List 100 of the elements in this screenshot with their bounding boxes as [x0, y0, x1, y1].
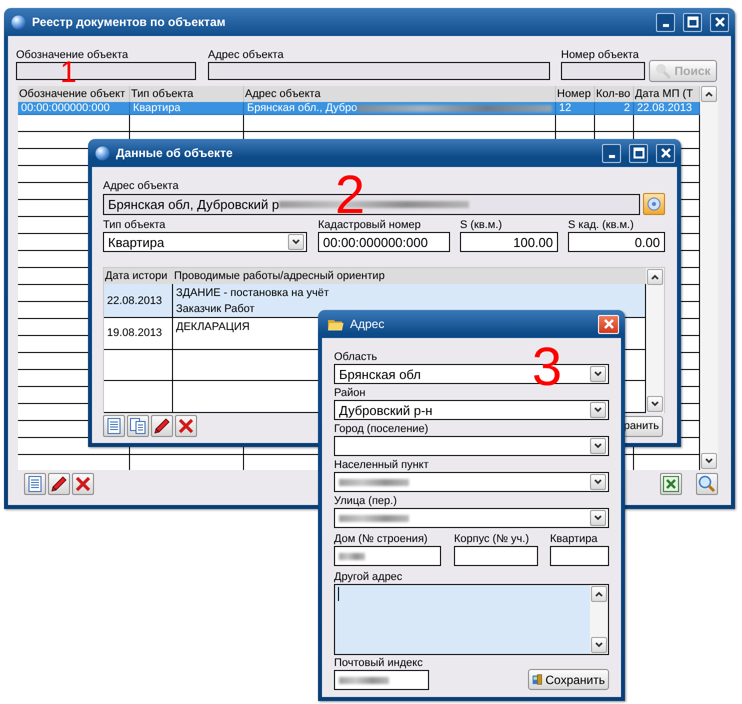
- number-field[interactable]: 0.00: [568, 232, 665, 252]
- maximize-icon: [632, 147, 644, 159]
- field-label: S (кв.м.): [460, 219, 504, 232]
- maximize-icon: [686, 16, 698, 28]
- table-cell: [104, 350, 173, 382]
- field-label: Обозначение объекта: [16, 49, 130, 61]
- text-field[interactable]: [550, 546, 609, 566]
- export-button[interactable]: [660, 473, 682, 495]
- window-title: Данные об объекте: [116, 146, 234, 160]
- field-label: Номер объекта: [561, 49, 640, 62]
- chevron-up-icon: [595, 591, 603, 597]
- field-label: Почтовый индекс: [334, 657, 424, 670]
- minimize-icon: [608, 154, 614, 158]
- field-label: Город (поселение): [334, 423, 430, 436]
- field-label: S кад. (кв.м.): [568, 219, 635, 232]
- dropdown-field[interactable]: [334, 508, 609, 528]
- dropdown-button[interactable]: [590, 510, 606, 526]
- chevron-down-icon: [594, 443, 602, 449]
- filter-field[interactable]: [561, 62, 645, 80]
- delete-icon: [75, 476, 91, 492]
- search-button[interactable]: [696, 473, 718, 495]
- field-label: Квартира: [550, 533, 599, 546]
- field-label: Область: [334, 351, 378, 364]
- scroll-down-button[interactable]: [591, 637, 607, 653]
- table-cell[interactable]: 22.08.2013: [104, 284, 173, 318]
- dropdown-button[interactable]: [288, 234, 304, 250]
- copy-icon: [130, 418, 146, 434]
- globe-icon: [95, 146, 110, 160]
- dropdown-field[interactable]: [334, 436, 609, 456]
- delete-button[interactable]: [72, 473, 94, 495]
- field-label: Улица (пер.): [334, 495, 398, 508]
- scroll-down-button[interactable]: [701, 453, 717, 469]
- dropdown-button[interactable]: [590, 366, 606, 382]
- delete-button[interactable]: [175, 415, 197, 437]
- search-icon: [655, 63, 672, 79]
- chevron-down-icon: [594, 371, 602, 377]
- address-picker-button[interactable]: [643, 193, 665, 215]
- field-label: Тип объекта: [103, 219, 166, 232]
- close-icon: [714, 16, 726, 28]
- field-label: Адрес объекта: [208, 49, 285, 62]
- minimize-icon: [662, 24, 668, 26]
- close-icon: [660, 147, 672, 159]
- maximize-button[interactable]: [629, 144, 648, 162]
- search-icon: [698, 475, 716, 493]
- add-button[interactable]: [24, 473, 46, 495]
- field-label: Кадастровый номер: [318, 219, 422, 232]
- window-title: Реестр документов по объектам: [32, 15, 226, 29]
- minimize-button[interactable]: [602, 144, 621, 162]
- dropdown-field[interactable]: Дубровский р-н: [334, 400, 609, 420]
- chevron-up-icon: [651, 274, 659, 280]
- dropdown-button[interactable]: [590, 402, 606, 418]
- add-button[interactable]: [103, 415, 125, 437]
- filter-field[interactable]: [208, 62, 550, 80]
- copy-button[interactable]: [127, 415, 149, 437]
- chevron-down-icon: [705, 458, 713, 464]
- minimize-button[interactable]: [656, 12, 675, 32]
- maximize-button[interactable]: [683, 12, 702, 32]
- scroll-down-button[interactable]: [647, 396, 663, 412]
- table-cell[interactable]: 19.08.2013: [104, 318, 173, 350]
- field-label: Дом (№ строения): [334, 533, 429, 546]
- field-label: Населенный пункт: [334, 459, 430, 472]
- edit-button[interactable]: [151, 415, 173, 437]
- pencil-icon: [154, 418, 170, 434]
- field-label: Район: [334, 387, 366, 400]
- column-header[interactable]: Проводимые работы/адресный ориентир: [173, 268, 646, 284]
- pencil-icon: [51, 476, 67, 492]
- dropdown-field[interactable]: Квартира: [103, 232, 307, 252]
- chevron-down-icon: [651, 401, 659, 407]
- chevron-down-icon: [594, 407, 602, 413]
- close-button[interactable]: [710, 12, 729, 32]
- scroll-up-button[interactable]: [647, 269, 663, 285]
- close-button[interactable]: [656, 144, 675, 162]
- document-icon: [28, 476, 42, 492]
- chevron-down-icon: [594, 479, 602, 485]
- dropdown-button[interactable]: [590, 438, 606, 454]
- document-icon: [107, 418, 121, 434]
- number-field[interactable]: 100.00: [460, 232, 558, 252]
- field-label: Адрес объекта: [103, 180, 180, 193]
- edit-button[interactable]: [48, 473, 70, 495]
- close-icon: [602, 318, 614, 330]
- scroll-up-button[interactable]: [591, 586, 607, 602]
- chevron-down-icon: [292, 239, 300, 245]
- text-field[interactable]: [334, 546, 441, 566]
- folder-icon: [328, 318, 344, 330]
- scroll-up-button[interactable]: [701, 86, 717, 102]
- globe-icon: [11, 14, 26, 30]
- dropdown-field[interactable]: [334, 472, 609, 492]
- save-button[interactable]: Сохранить: [528, 669, 609, 690]
- chevron-down-icon: [594, 515, 602, 521]
- chevron-up-icon: [705, 91, 713, 97]
- target-icon: [647, 197, 661, 211]
- text-field[interactable]: [334, 670, 429, 690]
- dropdown-button[interactable]: [590, 474, 606, 490]
- column-header[interactable]: Дата истори: [104, 268, 173, 284]
- field-label: Другой адрес: [334, 571, 404, 584]
- window-title: Адрес: [350, 317, 386, 331]
- text-field[interactable]: 00:00:000000:000: [318, 232, 450, 252]
- spreadsheet-icon: [663, 476, 679, 492]
- table-cell: [104, 381, 173, 413]
- text-field[interactable]: [454, 546, 538, 566]
